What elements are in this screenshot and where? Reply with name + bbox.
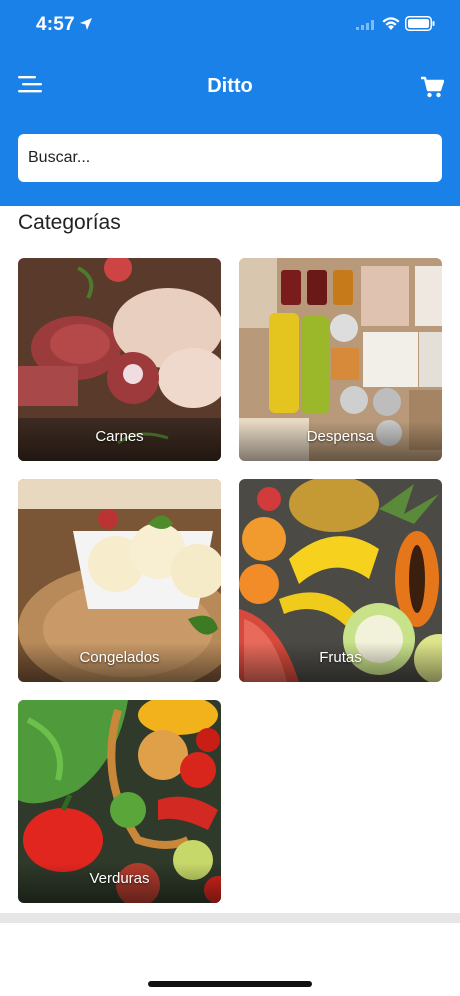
cellular-signal-icon [356,20,374,30]
status-bar: 4:57 [0,0,460,50]
search-bar [18,134,442,182]
category-label: Congelados [79,649,160,666]
category-card-carnes[interactable]: Carnes [18,258,221,461]
bottom-divider [0,913,460,923]
category-label: Frutas [319,649,362,666]
category-card-despensa[interactable]: Despensa [239,258,442,461]
categories-title: Categorías [18,211,121,234]
category-label: Carnes [95,428,144,445]
wifi-icon [382,17,400,30]
category-label: Verduras [89,870,150,887]
category-card-verduras[interactable]: Verduras [18,700,221,903]
battery-icon [405,16,435,31]
location-arrow-icon [80,18,92,30]
category-card-frutas[interactable]: Frutas [239,479,442,682]
category-label: Despensa [306,428,375,445]
status-time: 4:57 [36,14,75,35]
nav-bar: Ditto [0,60,460,112]
cart-icon[interactable] [420,76,444,98]
home-indicator[interactable] [148,981,312,987]
search-input[interactable] [18,134,442,182]
category-card-congelados[interactable]: Congelados [18,479,221,682]
page-title: Ditto [207,75,253,97]
